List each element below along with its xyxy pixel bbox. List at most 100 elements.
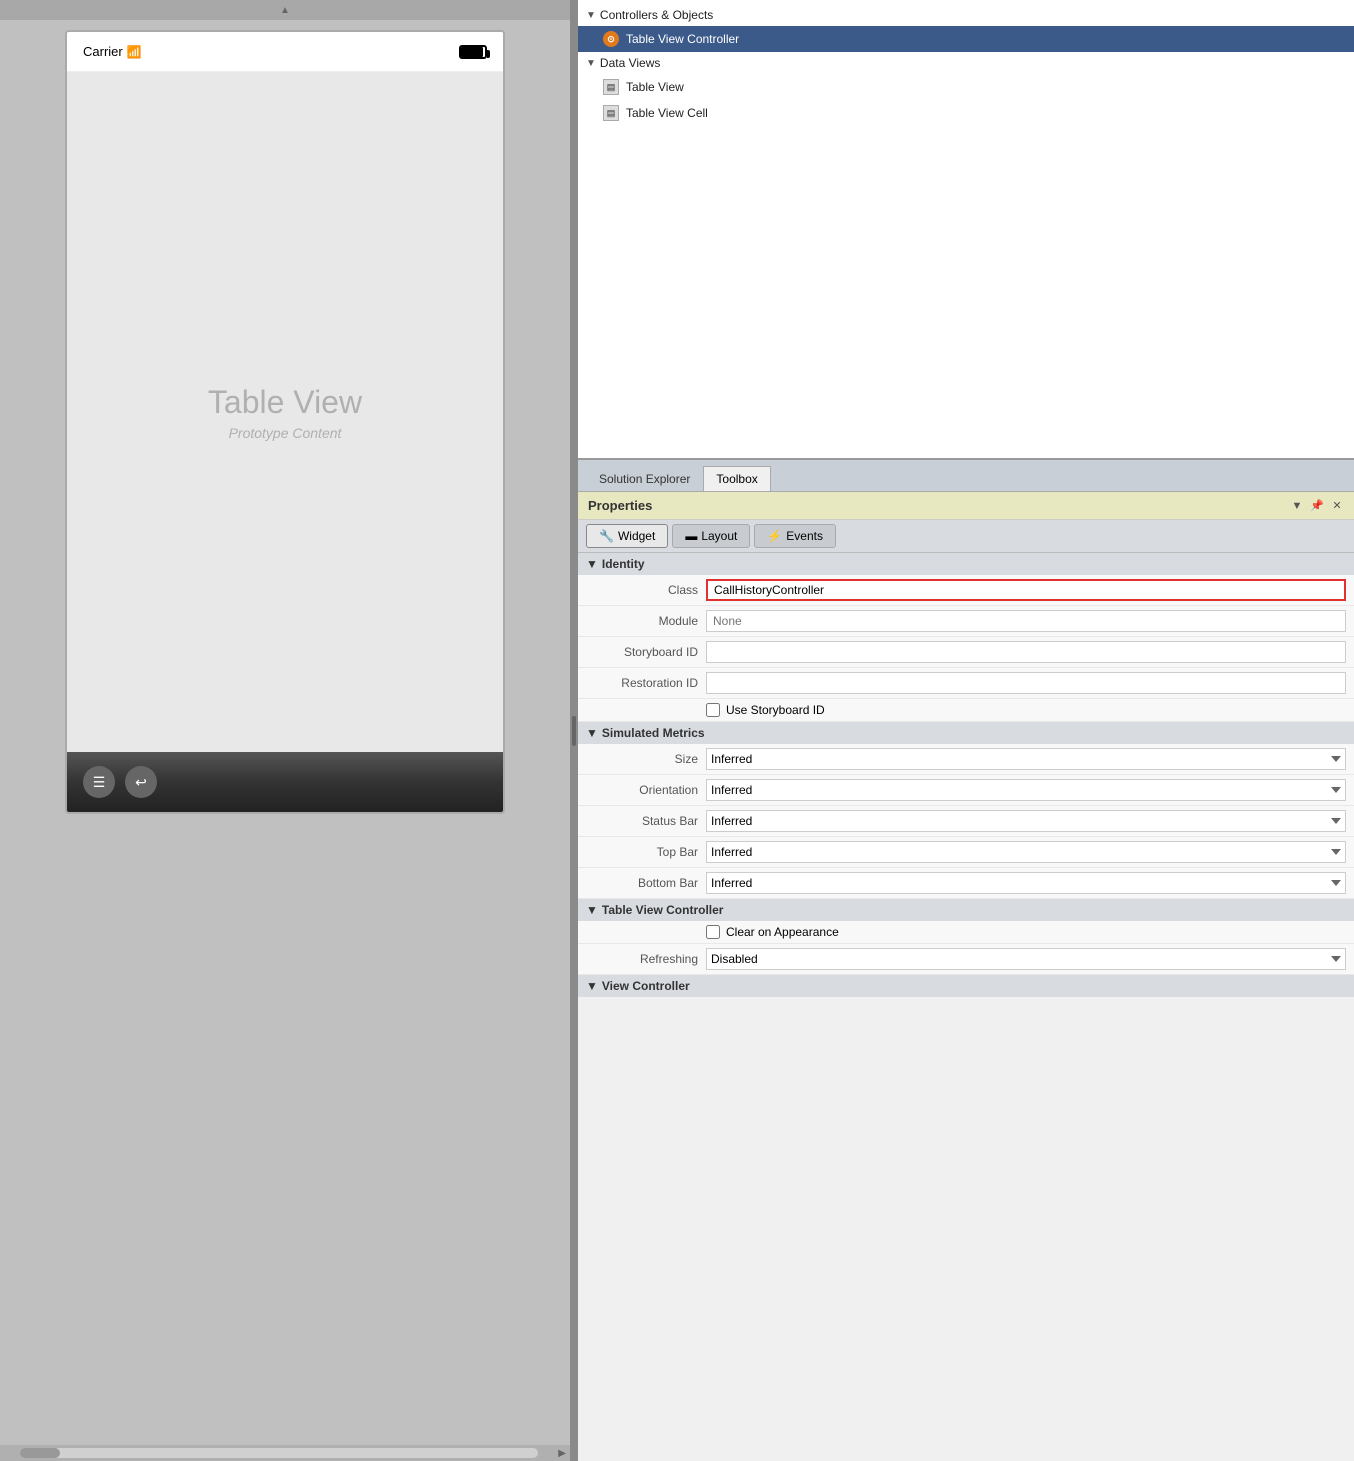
prop-row-orientation: Orientation Inferred [578, 775, 1354, 806]
prop-row-module: Module [578, 606, 1354, 637]
scroll-track [20, 1448, 538, 1458]
prop-row-top-bar: Top Bar Inferred [578, 837, 1354, 868]
properties-title: Properties [588, 498, 652, 513]
prop-row-status-bar: Status Bar Inferred [578, 806, 1354, 837]
iphone-content: Table View Prototype Content [67, 72, 503, 752]
top-bar-select[interactable]: Inferred [706, 841, 1346, 863]
panel-divider[interactable] [570, 0, 578, 1461]
clear-on-appearance-label: Clear on Appearance [726, 925, 839, 939]
status-bar-label: Status Bar [586, 814, 706, 828]
restoration-id-label: Restoration ID [586, 676, 706, 690]
storyboard-id-input[interactable] [706, 641, 1346, 663]
dock-button[interactable]: 📌 [1310, 499, 1324, 513]
tab-widget[interactable]: 🔧 Widget [586, 524, 668, 548]
properties-title-bar: Properties ▼ 📌 ✕ [578, 492, 1354, 520]
module-input[interactable] [706, 610, 1346, 632]
pin-button[interactable]: ▼ [1290, 499, 1304, 513]
size-label: Size [586, 752, 706, 766]
tree-section-dataviews[interactable]: ▼ Data Views [578, 52, 1354, 74]
tree-item-tableview[interactable]: ▤ Table View [578, 74, 1354, 100]
section-arrow: ▼ [586, 10, 596, 21]
scroll-top[interactable] [0, 0, 570, 20]
square-icon2: ▤ [603, 105, 619, 121]
tab-toolbox[interactable]: Toolbox [703, 466, 770, 491]
orientation-select[interactable]: Inferred [706, 779, 1346, 801]
use-storyboard-checkbox[interactable] [706, 703, 720, 717]
prop-row-bottom-bar: Bottom Bar Inferred [578, 868, 1354, 899]
controllers-section-label: Controllers & Objects [600, 8, 713, 22]
top-bar-value: Inferred [706, 841, 1346, 863]
divider-handle [572, 716, 576, 746]
module-label: Module [586, 614, 706, 628]
bottom-bar-value: Inferred [706, 872, 1346, 894]
close-button[interactable]: ✕ [1330, 499, 1344, 513]
tree-item-tableviewcontroller[interactable]: ⊙ Table View Controller [578, 26, 1354, 52]
refreshing-select[interactable]: Disabled [706, 948, 1346, 970]
title-icons: ▼ 📌 ✕ [1290, 499, 1344, 513]
prop-row-class: Class [578, 575, 1354, 606]
section-identity: ▼ Identity [578, 553, 1354, 575]
orientation-label: Orientation [586, 783, 706, 797]
table-view-label-tree: Table View [626, 80, 684, 94]
clear-on-appearance-checkbox[interactable] [706, 925, 720, 939]
left-panel: Carrier 📶 Table View Prototype Content ☰… [0, 0, 570, 1461]
tree-item-tableviewcell[interactable]: ▤ Table View Cell [578, 100, 1354, 126]
orientation-value: Inferred [706, 779, 1346, 801]
tree-view: ▼ Controllers & Objects ⊙ Table View Con… [578, 0, 1354, 460]
properties-panel: Properties ▼ 📌 ✕ 🔧 Widget ▬ Layout [578, 492, 1354, 1461]
dataviews-arrow: ▼ [586, 58, 596, 69]
storyboard-id-label: Storyboard ID [586, 645, 706, 659]
status-bar-select[interactable]: Inferred [706, 810, 1346, 832]
tableviewcell-icon: ▤ [602, 104, 620, 122]
wifi-icon: 📶 [127, 45, 142, 59]
size-value: Inferred [706, 748, 1346, 770]
main-container: Carrier 📶 Table View Prototype Content ☰… [0, 0, 1354, 1461]
prop-row-storyboard-id: Storyboard ID [578, 637, 1354, 668]
horizontal-scrollbar[interactable]: ▶ [0, 1445, 570, 1461]
tvc-arrow: ▼ [586, 903, 598, 917]
tab-layout[interactable]: ▬ Layout [672, 524, 750, 548]
scroll-thumb[interactable] [20, 1448, 60, 1458]
clear-on-appearance-row: Clear on Appearance [706, 925, 1346, 939]
widget-icon: 🔧 [599, 529, 614, 543]
table-view-main-label: Table View [208, 384, 362, 421]
section-table-view-controller: ▼ Table View Controller [578, 899, 1354, 921]
simulated-arrow: ▼ [586, 726, 598, 740]
class-input[interactable] [706, 579, 1346, 601]
status-bar: Carrier 📶 [67, 32, 503, 72]
refreshing-value: Disabled [706, 948, 1346, 970]
orange-circle-icon: ⊙ [603, 31, 619, 47]
prototype-content-label: Prototype Content [229, 425, 342, 441]
refreshing-label: Refreshing [586, 952, 706, 966]
events-icon: ⚡ [767, 529, 782, 543]
properties-content: ▼ Identity Class Module [578, 553, 1354, 1461]
tabs-area: Solution Explorer Toolbox [578, 460, 1354, 492]
top-bar-label: Top Bar [586, 845, 706, 859]
size-select[interactable]: Inferred [706, 748, 1346, 770]
tableview-icon: ▤ [602, 78, 620, 96]
tab-solution-explorer[interactable]: Solution Explorer [586, 466, 703, 491]
prop-row-size: Size Inferred [578, 744, 1354, 775]
tree-section-controllers[interactable]: ▼ Controllers & Objects [578, 4, 1354, 26]
bottom-bar-select[interactable]: Inferred [706, 872, 1346, 894]
identity-arrow: ▼ [586, 557, 598, 571]
section-simulated-metrics: ▼ Simulated Metrics [578, 722, 1354, 744]
use-storyboard-label: Use Storyboard ID [726, 703, 825, 717]
tab-events[interactable]: ⚡ Events [754, 524, 836, 548]
toolbar-icon-list[interactable]: ☰ [83, 766, 115, 798]
restoration-id-input[interactable] [706, 672, 1346, 694]
square-icon: ▤ [603, 79, 619, 95]
section-view-controller: ▼ View Controller [578, 975, 1354, 997]
carrier-label: Carrier [83, 44, 123, 59]
toolbar-icon-action[interactable]: ↩ [125, 766, 157, 798]
controller-icon: ⊙ [602, 30, 620, 48]
restoration-id-value [706, 672, 1346, 694]
bottom-bar-label: Bottom Bar [586, 876, 706, 890]
widget-tabs: 🔧 Widget ▬ Layout ⚡ Events [578, 520, 1354, 553]
iphone-toolbar: ☰ ↩ [67, 752, 503, 812]
right-panel: ▼ Controllers & Objects ⊙ Table View Con… [578, 0, 1354, 1461]
iphone-mockup: Carrier 📶 Table View Prototype Content ☰… [65, 30, 505, 814]
prop-row-use-storyboard-id: Use Storyboard ID [578, 699, 1354, 722]
prop-row-clear-on-appearance: Clear on Appearance [578, 921, 1354, 944]
scroll-right-arrow[interactable]: ▶ [558, 1448, 566, 1459]
